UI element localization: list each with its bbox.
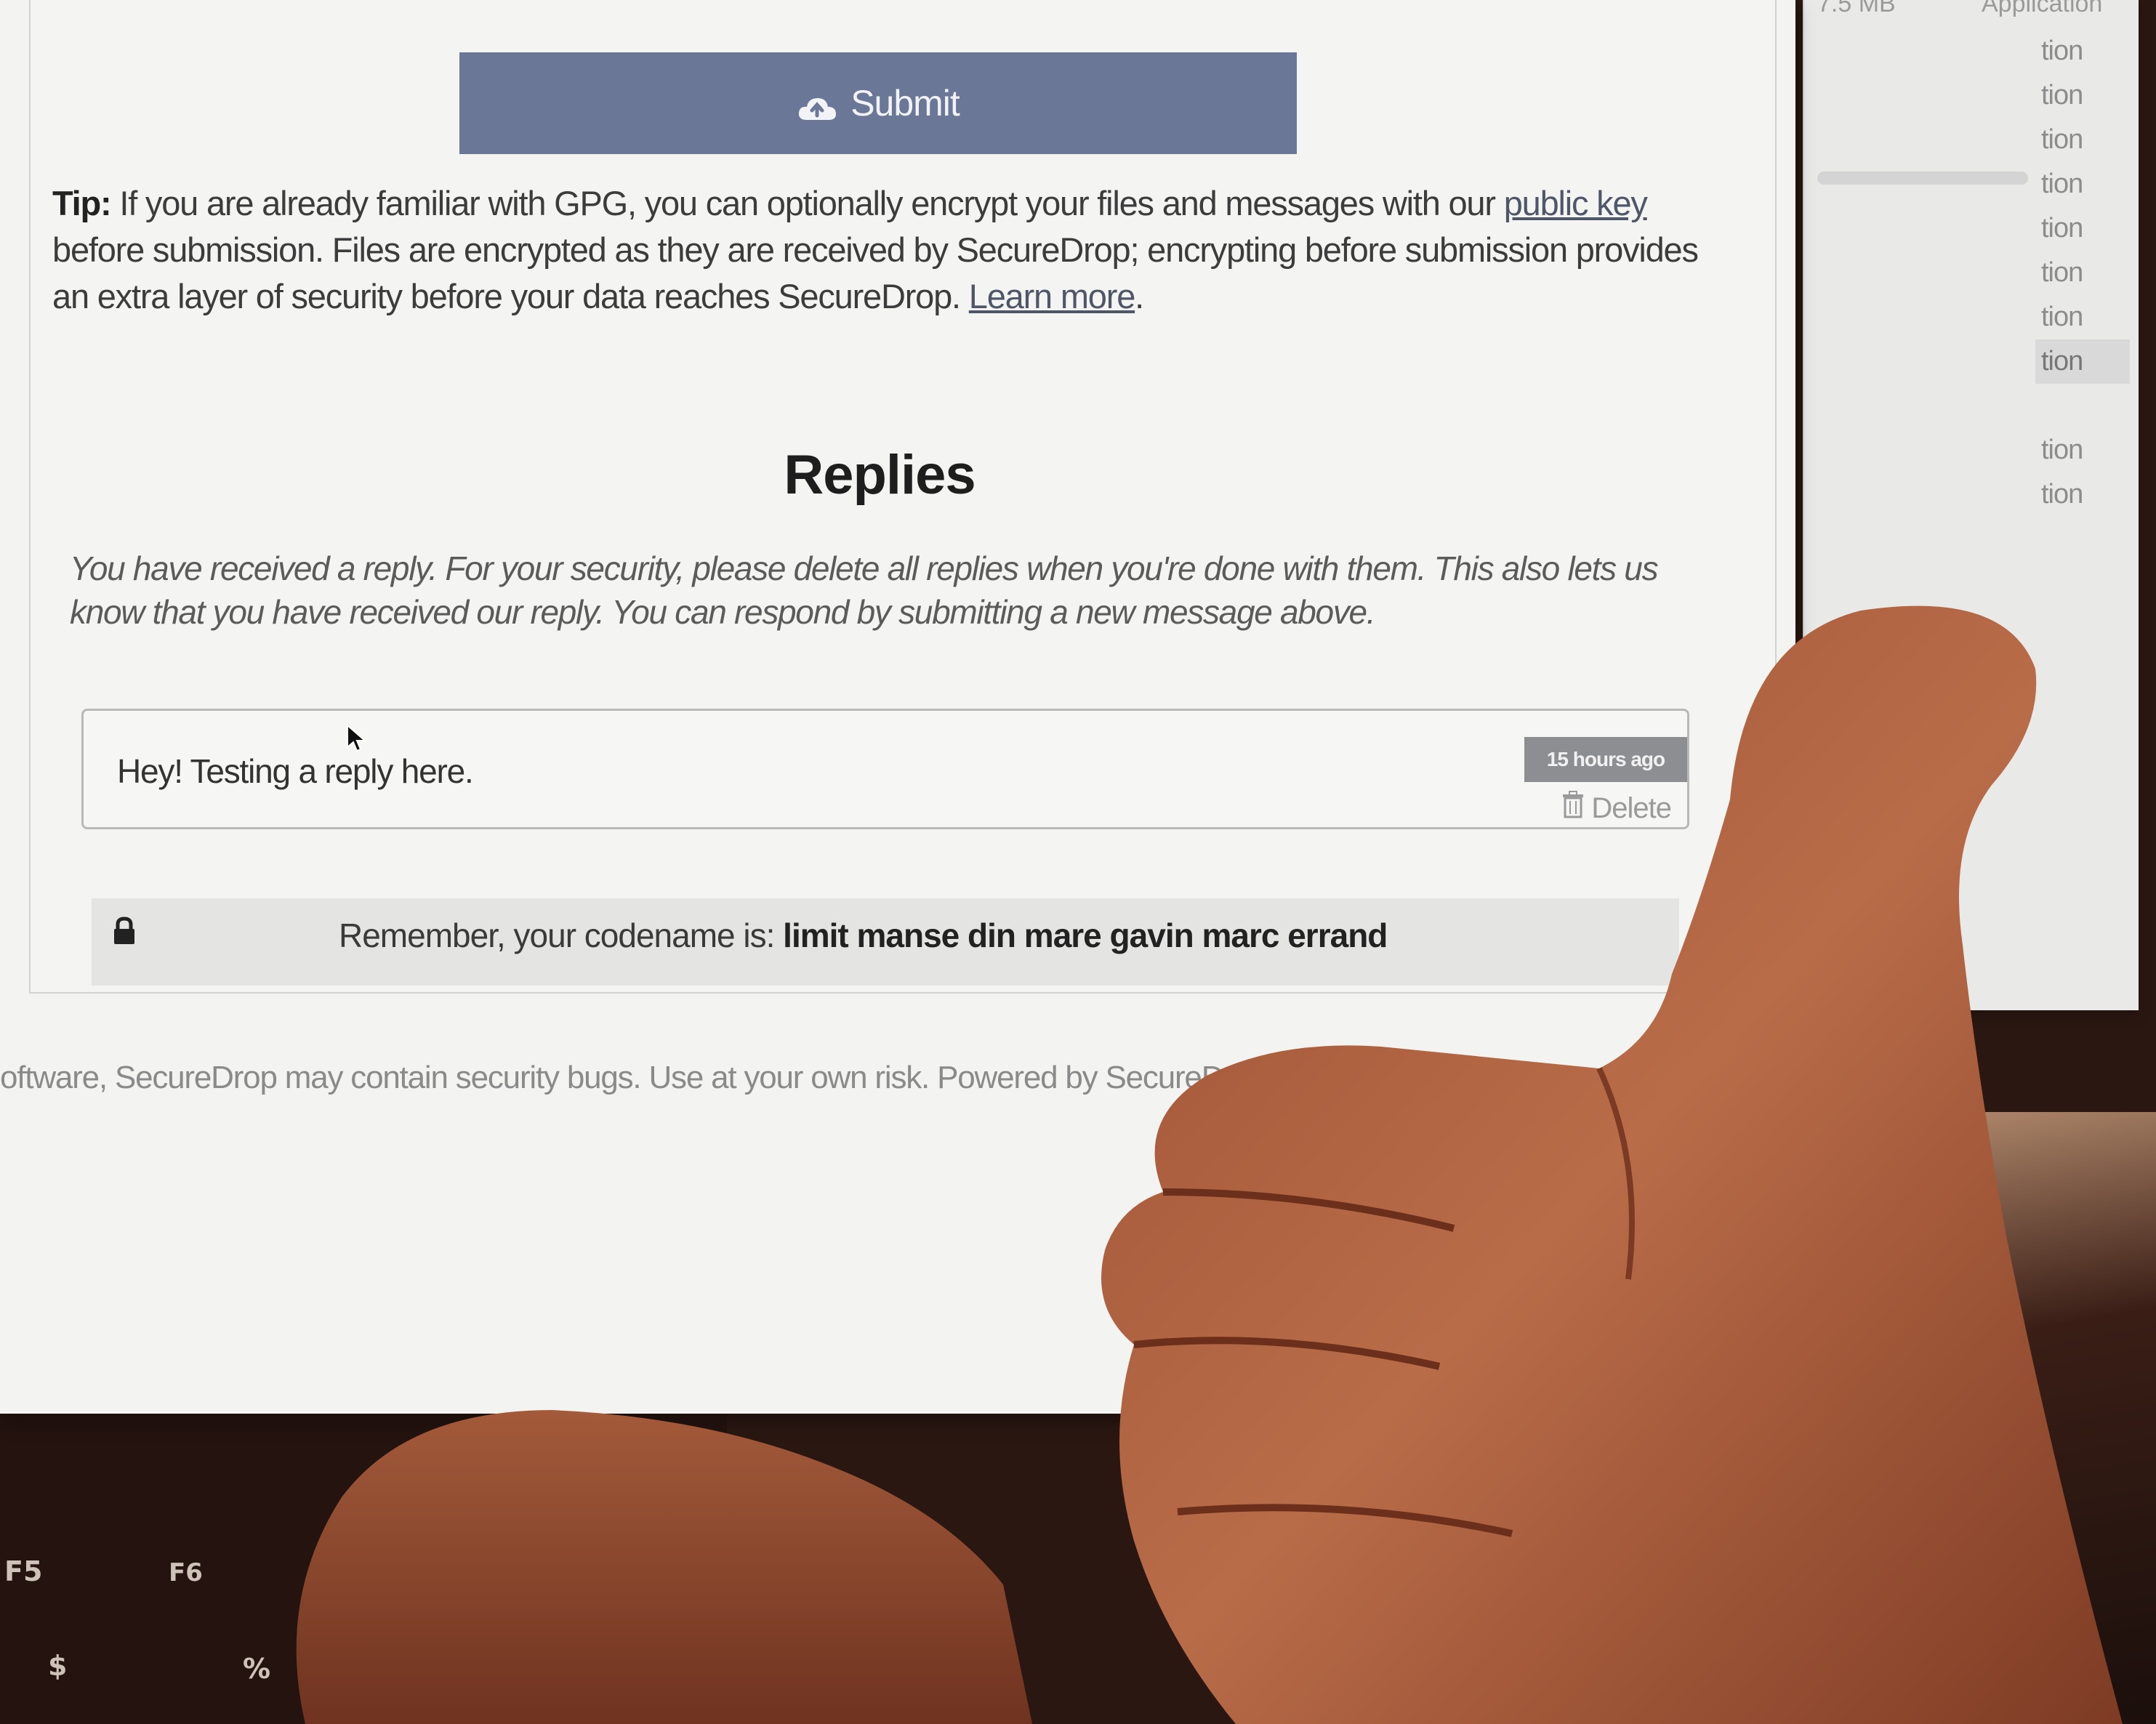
list-item[interactable]: tion [2035, 472, 2130, 517]
background-window-header: 7.5 MB Application [1817, 0, 2137, 22]
tip-label: Tip: [52, 184, 112, 222]
list-item[interactable]: tion [2035, 206, 2130, 251]
replies-notice: You have received a reply. For your secu… [70, 549, 1659, 631]
securedrop-page: Submit Tip: If you are already familiar … [0, 0, 1795, 1414]
keyboard: F5 F6 $ % [0, 1381, 727, 1724]
key-f6: F6 [169, 1558, 203, 1587]
list-item[interactable]: tion [2035, 73, 2130, 118]
codename-value: limit manse din mare gavin marc errand [783, 917, 1388, 954]
reply-item: Hey! Testing a reply here. 15 hours ago … [81, 709, 1689, 829]
list-item[interactable]: tion [2035, 251, 2130, 295]
trash-icon [1561, 791, 1585, 826]
submit-label: Submit [850, 83, 960, 124]
list-item-selected[interactable]: tion [2035, 339, 2130, 384]
key-f5: F5 [4, 1555, 43, 1587]
tip-text-3: . [1135, 277, 1144, 315]
mouse-cursor-icon [346, 723, 367, 757]
list-item[interactable] [2035, 384, 2130, 428]
codename-text: Remember, your codename is: limit manse … [339, 916, 1388, 955]
submit-button[interactable]: Submit [459, 52, 1297, 154]
list-item[interactable]: tion [2035, 29, 2130, 73]
footer-disclaimer: oftware, SecureDrop may contain security… [0, 1060, 1368, 1095]
header-kind: Application [1982, 0, 2103, 17]
learn-more-link[interactable]: Learn more [969, 277, 1136, 315]
header-size: 7.5 MB [1817, 0, 1896, 17]
tip-text-1: If you are already familiar with GPG, yo… [110, 184, 1504, 222]
public-key-link[interactable]: public key [1504, 184, 1648, 222]
lock-icon [112, 914, 137, 954]
key-percent: % [243, 1653, 271, 1685]
list-item[interactable]: tion [2035, 162, 2130, 206]
background-scrollbar[interactable] [1817, 172, 2028, 185]
key-dollar: $ [48, 1650, 68, 1682]
background-file-list: tion tion tion tion tion tion tion tion … [2035, 29, 2130, 517]
tip-text-2: before submission. Files are encrypted a… [52, 230, 1699, 315]
tip-paragraph: Tip: If you are already familiar with GP… [52, 180, 1724, 320]
list-item[interactable]: tion [2035, 428, 2130, 472]
reply-message: Hey! Testing a reply here. [117, 752, 474, 790]
reply-timestamp-badge: 15 hours ago [1524, 737, 1687, 782]
codename-prefix: Remember, your codename is: [339, 917, 784, 954]
delete-label: Delete [1591, 791, 1672, 824]
codename-reminder: Remember, your codename is: limit manse … [92, 898, 1679, 986]
delete-reply-button[interactable]: Delete [1561, 791, 1672, 826]
list-item[interactable]: tion [2035, 118, 2130, 162]
cloud-upload-icon [797, 89, 837, 120]
replies-heading: Replies [784, 444, 976, 506]
list-item[interactable]: tion [2035, 295, 2130, 339]
